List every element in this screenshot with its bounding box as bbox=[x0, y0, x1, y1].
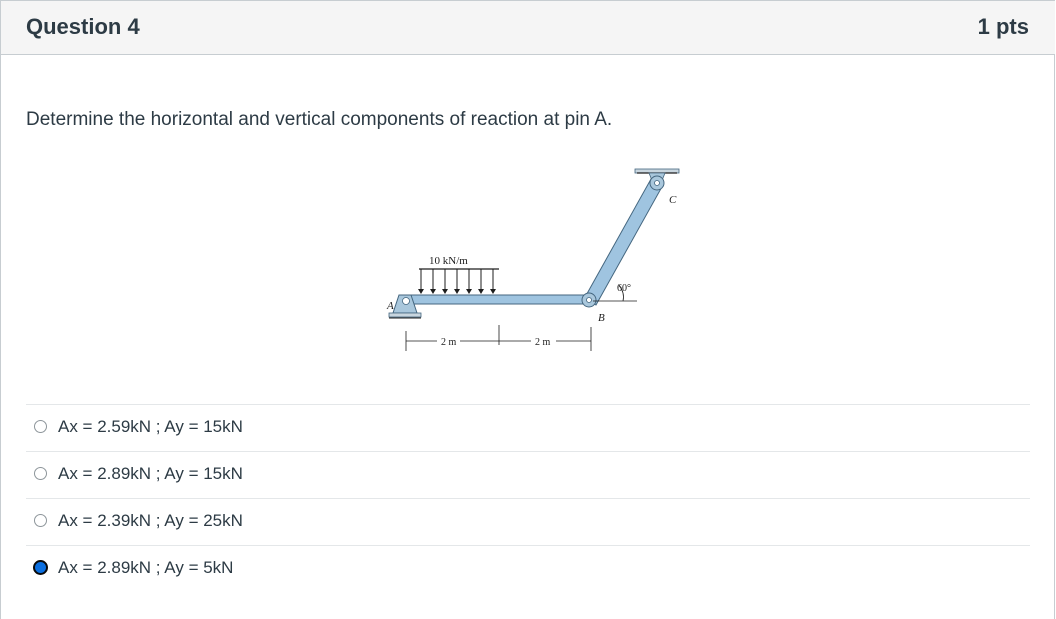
answer-label[interactable]: Ax = 2.59kN ; Ay = 15kN bbox=[58, 417, 243, 437]
distributed-load bbox=[418, 268, 499, 294]
radio-button[interactable] bbox=[34, 467, 47, 480]
radio-button[interactable] bbox=[34, 514, 47, 527]
answer-option[interactable]: Ax = 2.89kN ; Ay = 15kN bbox=[26, 451, 1030, 498]
answer-label[interactable]: Ax = 2.89kN ; Ay = 5kN bbox=[58, 558, 233, 578]
dim-right-label: 2 m bbox=[535, 337, 551, 348]
question-title: Question 4 bbox=[26, 14, 140, 39]
dim-left-label: 2 m bbox=[441, 337, 457, 348]
load-label: 10 kN/m bbox=[429, 255, 468, 267]
radio-button[interactable] bbox=[34, 420, 47, 433]
label-c: C bbox=[669, 194, 677, 206]
angle-label: 60° bbox=[617, 283, 631, 294]
dimension-lines bbox=[405, 325, 592, 351]
member-ab bbox=[402, 292, 597, 308]
label-a: A bbox=[386, 300, 394, 312]
answer-option-selected[interactable]: Ax = 2.89kN ; Ay = 5kN bbox=[26, 545, 1030, 592]
answer-label[interactable]: Ax = 2.89kN ; Ay = 15kN bbox=[58, 464, 243, 484]
answer-label[interactable]: Ax = 2.39kN ; Ay = 25kN bbox=[58, 511, 243, 531]
question-prompt: Determine the horizontal and vertical co… bbox=[26, 109, 613, 130]
beam-diagram: 10 kN/m A B C 60° 2 m 2 m bbox=[371, 165, 691, 360]
answer-option[interactable]: Ax = 2.59kN ; Ay = 15kN bbox=[26, 404, 1030, 451]
answer-list: Ax = 2.59kN ; Ay = 15kN Ax = 2.89kN ; Ay… bbox=[26, 404, 1030, 592]
label-b: B bbox=[598, 312, 605, 324]
question-header: Question 4 1 pts bbox=[1, 0, 1055, 55]
question-points: 1 pts bbox=[977, 14, 1029, 39]
question-card: Question 4 1 pts Determine the horizonta… bbox=[0, 0, 1055, 619]
radio-button-selected[interactable] bbox=[33, 560, 48, 575]
answer-option[interactable]: Ax = 2.39kN ; Ay = 25kN bbox=[26, 498, 1030, 545]
